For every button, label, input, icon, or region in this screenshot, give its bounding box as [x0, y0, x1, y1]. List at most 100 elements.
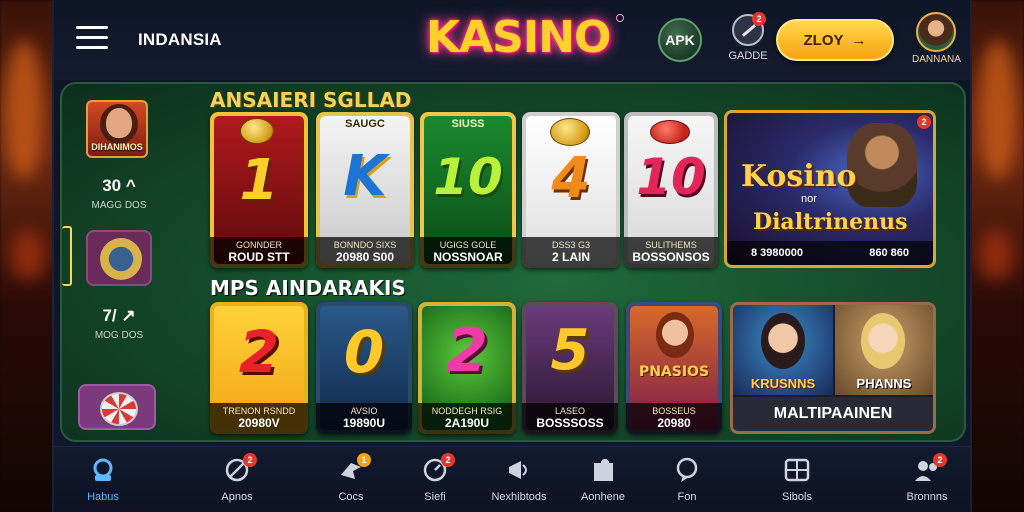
- promo-footer-left: 8 3980000: [751, 247, 803, 259]
- game-card-pnasios[interactable]: PNASIOS BOSSEUS 20980: [626, 302, 722, 434]
- top-header: INDANSIA KASINO APK 2 GADDE ZLOY → DANNA…: [54, 0, 970, 80]
- promo-footer-right: 860 860: [869, 247, 909, 259]
- play-button[interactable]: ZLOY →: [776, 19, 894, 61]
- tile-value: 20980 S00: [335, 250, 395, 264]
- nav-item-aonhene[interactable]: Aonhene: [568, 457, 638, 503]
- nav-label: Nexhibtods: [491, 491, 547, 503]
- tile-number: 2: [446, 316, 488, 386]
- no-entry-icon: 2: [732, 12, 766, 46]
- section-title-bottom: MPS AINDARAKIS: [210, 276, 406, 300]
- kasino-logo: KASINO: [426, 12, 611, 63]
- tile-value: BOSSONSOS: [632, 250, 710, 264]
- profile-label: DANNANA: [912, 54, 961, 65]
- dealer-caption: DIHANIMOS: [91, 142, 143, 152]
- background-left: [0, 0, 60, 512]
- sidebar-roulette-item[interactable]: [86, 230, 152, 286]
- tile-caption: NODDEGH RSIG: [431, 406, 503, 416]
- tile-number: 1: [239, 148, 279, 213]
- tile-caption: DSS3 G3: [551, 240, 591, 250]
- tile-number: 5: [550, 318, 590, 383]
- tile-value: 2 LAIN: [551, 250, 590, 264]
- sidebar-stat-2: 7/ ↗ MOG DOS: [86, 306, 152, 341]
- logo-registered-mark: [616, 14, 624, 22]
- sidebar-dealer-avatar[interactable]: DIHANIMOS: [86, 100, 148, 158]
- stat-value: 7/ ↗: [102, 306, 136, 325]
- tile-caption: TRENON RSNDD: [222, 406, 296, 416]
- game-tile-6[interactable]: 2 TRENON RSNDD 20980V: [210, 302, 308, 434]
- roulette-icon: [100, 238, 142, 280]
- game-tile-5[interactable]: 10 SULITHEMS BOSSONSOS: [624, 112, 718, 268]
- tile-caption: AVSIO: [350, 406, 378, 416]
- game-tile-3[interactable]: SIUSS 10 UGIGS GOLE NOSSNOAR: [420, 112, 516, 268]
- card-title: PNASIOS: [638, 364, 710, 380]
- sidebar-stat-1: 30 ^ MAGG DOS: [86, 176, 152, 211]
- menu-icon[interactable]: [76, 26, 108, 52]
- tile-number: 10: [433, 148, 503, 206]
- nav-badge: 2: [243, 453, 257, 467]
- tile-value: 20980: [657, 416, 691, 430]
- tile-value: 20980V: [238, 416, 280, 430]
- poker-chip-icon: [100, 392, 138, 426]
- nav-item-fon[interactable]: Fon: [652, 457, 722, 503]
- game-tile-9[interactable]: 5 LASEO BOSSSOSS: [522, 302, 618, 434]
- coin-icon: [240, 118, 274, 144]
- player-portrait-left: KRUSNNS: [733, 305, 833, 395]
- tile-value: BOSSSOSS: [536, 416, 604, 430]
- nav-label: Fon: [677, 491, 697, 503]
- game-tile-1[interactable]: 1 GONNDER ROUD STT: [210, 112, 308, 268]
- tile-number: 4: [551, 146, 591, 211]
- game-tile-8[interactable]: 2 NODDEGH RSIG 2A190U: [418, 302, 516, 434]
- stat-label: MOG DOS: [94, 330, 144, 341]
- gadde-button[interactable]: 2 GADDE: [718, 12, 778, 62]
- nav-item-home[interactable]: Habus: [68, 457, 138, 503]
- stat-value: 30 ^: [102, 176, 136, 195]
- nav-label: Habus: [87, 491, 119, 503]
- profile-button[interactable]: DANNANA: [912, 12, 961, 65]
- sidebar: DIHANIMOS 30 ^ MAGG DOS 7/ ↗ MOG DOS: [62, 84, 182, 440]
- game-tile-4[interactable]: 4 DSS3 G3 2 LAIN: [522, 112, 620, 268]
- tile-caption: BONNDO SIXS: [333, 240, 397, 250]
- tile-caption: UGIGS GOLE: [439, 240, 497, 250]
- apk-button[interactable]: APK: [658, 18, 702, 62]
- nav-badge: 2: [441, 453, 455, 467]
- promo-title-2: Dialtrinenus: [753, 209, 908, 235]
- multiplayer-footer: MALTIPAAINEN: [733, 397, 933, 431]
- grid-icon: [783, 457, 811, 483]
- gem-icon: [650, 120, 690, 144]
- home-icon: [89, 457, 117, 483]
- nav-item-cocs[interactable]: 1 Cocs: [316, 453, 386, 503]
- puzzle-icon: [589, 457, 617, 483]
- nav-item-apnos[interactable]: 2 Apnos: [202, 453, 272, 503]
- megaphone-icon: [505, 457, 533, 483]
- character-portrait: [656, 312, 694, 358]
- region-label[interactable]: INDANSIA: [138, 30, 222, 50]
- gadde-label: GADDE: [728, 50, 768, 62]
- multiplayer-card[interactable]: KRUSNNS PHANNS MALTIPAAINEN: [730, 302, 936, 434]
- nav-item-bronnns[interactable]: 2 Bronnns: [892, 453, 962, 503]
- nav-label: Aonhene: [580, 491, 626, 503]
- promo-banner-kosino[interactable]: Kosino nor Dialtrinenus 8 3980000 860 86…: [724, 110, 936, 268]
- sidebar-chip-item[interactable]: [78, 384, 156, 430]
- tile-letter: K: [343, 144, 387, 209]
- arrow-right-icon: →: [851, 31, 867, 49]
- nav-label: Cocs: [338, 491, 364, 503]
- tile-top-label: SIUSS: [451, 118, 485, 130]
- nav-item-nexhibtods[interactable]: Nexhibtods: [484, 457, 554, 503]
- game-tile-2[interactable]: SAUGC K BONNDO SIXS 20980 S00: [316, 112, 414, 268]
- user-icon: 2: [913, 453, 947, 483]
- tile-number: 10: [636, 148, 706, 206]
- nav-item-siefi[interactable]: 2 Siefi: [400, 453, 470, 503]
- promo-badge: 2: [917, 115, 931, 129]
- player-portrait-right: PHANNS: [835, 305, 933, 395]
- tile-caption: GONNDER: [235, 240, 282, 250]
- bird-icon: 1: [337, 453, 371, 483]
- section-title-top: ANSAIERI SGLLAD: [210, 88, 412, 112]
- game-tile-7[interactable]: 0 AVSIO 19890U: [316, 302, 412, 434]
- tile-caption: SULITHEMS: [645, 240, 697, 250]
- promo-subtitle: nor: [801, 193, 817, 205]
- tile-top-label: SAUGC: [345, 118, 385, 130]
- nav-label: Siefi: [424, 491, 446, 503]
- nav-item-sibols[interactable]: Sibols: [762, 457, 832, 503]
- player-name-left: KRUSNNS: [750, 376, 816, 391]
- avatar: [916, 12, 956, 52]
